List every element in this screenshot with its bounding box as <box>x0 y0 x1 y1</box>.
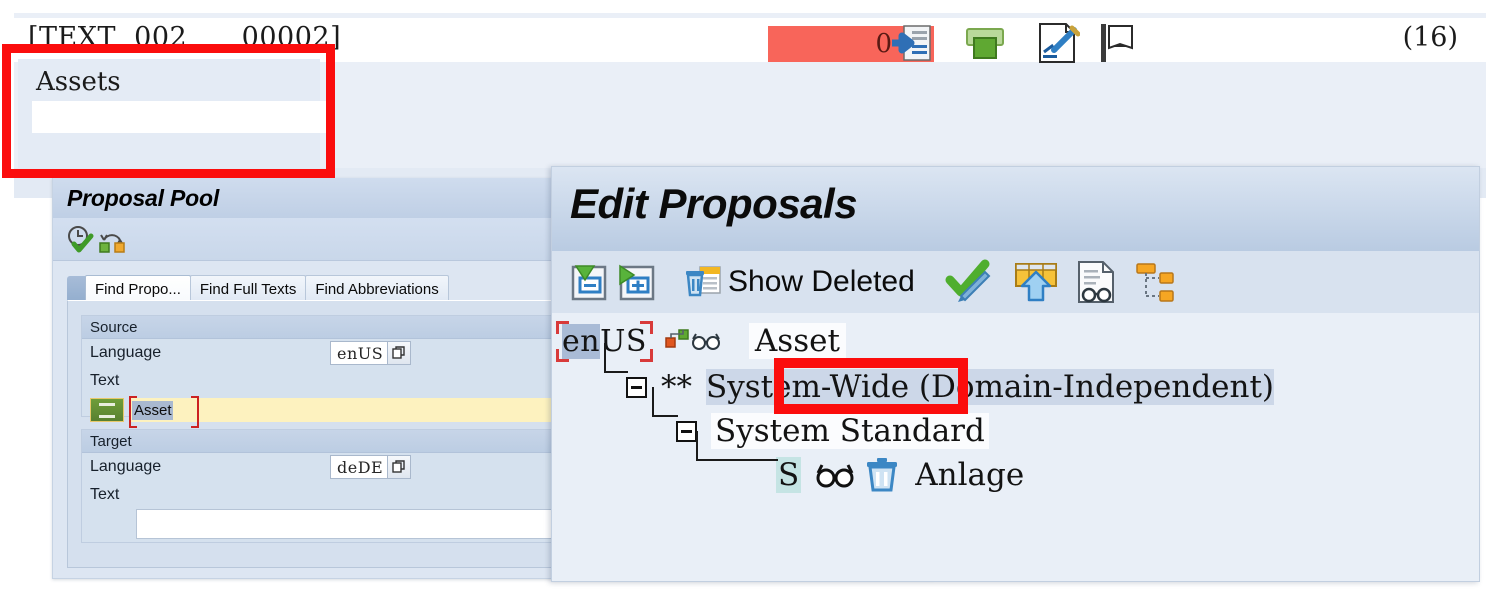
bracket-corner-icon <box>639 320 653 334</box>
proposals-tree: enUS Asset ** System-Wide (Domain-Indepe… <box>552 313 1479 581</box>
tree-row-system-wide[interactable]: ** System-Wide (Domain-Independent) <box>578 343 1275 405</box>
bracket-corner-icon <box>556 348 569 362</box>
tab-find-full-texts-label: Find Full Texts <box>199 280 297 298</box>
glasses-icon[interactable] <box>691 330 721 352</box>
target-language-picker-icon[interactable] <box>387 456 411 478</box>
tab-find-proposals-label: Find Propo... <box>95 280 181 298</box>
tree-row-anlage[interactable]: S Anlage <box>672 431 1025 493</box>
document-read-icon[interactable] <box>1071 258 1121 306</box>
tab-find-full-texts[interactable]: Find Full Texts <box>189 275 307 302</box>
edit-proposals-titlebar: Edit Proposals <box>552 167 1479 252</box>
tab-find-proposals[interactable]: Find Propo... <box>85 275 191 302</box>
tree-node-label: Anlage <box>915 457 1025 493</box>
edit-proposals-title: Edit Proposals <box>570 180 858 227</box>
document-code-label: [TEXT 002 00002] <box>28 22 342 53</box>
swap-languages-icon[interactable] <box>97 224 127 254</box>
source-group-label: Source <box>90 318 138 336</box>
approve-edit-icon[interactable] <box>945 258 995 306</box>
trash-list-icon[interactable] <box>680 259 726 305</box>
glasses-icon[interactable] <box>815 461 855 489</box>
assets-label: Assets <box>36 67 121 97</box>
assets-input[interactable] <box>32 101 328 133</box>
target-language-field[interactable]: deDE <box>330 455 412 479</box>
tree-node-label: System-Wide (Domain-Independent) <box>706 369 1275 405</box>
context-link-icon[interactable] <box>665 328 691 354</box>
selection-bracket-right-icon <box>191 396 199 428</box>
target-group-label: Target <box>90 432 132 450</box>
target-language-label: Language <box>90 458 162 475</box>
tree-connector <box>652 387 678 417</box>
screenshot-stage: [TEXT 002 00002] 0 (16) Assets Proposal … <box>0 0 1500 594</box>
bracket-corner-icon <box>639 348 653 362</box>
tabstrip-lead <box>67 276 85 302</box>
enter-icon[interactable] <box>890 24 932 62</box>
assets-card: Assets <box>18 59 328 168</box>
tree-node-status-flag: S <box>776 457 802 493</box>
tab-find-abbreviations-label: Find Abbreviations <box>315 280 439 298</box>
source-text-value: Asset <box>132 400 173 420</box>
source-language-label: Language <box>90 344 162 361</box>
collapse-all-icon[interactable] <box>564 258 612 306</box>
tree-root-term: Asset <box>748 323 846 359</box>
equals-icon <box>99 402 115 418</box>
tree-connector <box>696 431 778 461</box>
tree-row-root[interactable]: enUS Asset <box>556 320 846 362</box>
show-deleted-label[interactable]: Show Deleted <box>728 265 915 299</box>
print-icon[interactable] <box>962 24 1008 62</box>
source-language-field[interactable]: enUS <box>330 341 412 365</box>
source-language-value: enUS <box>337 343 384 363</box>
target-text-label: Text <box>90 486 120 503</box>
tab-find-abbreviations[interactable]: Find Abbreviations <box>305 275 449 302</box>
check-clock-icon[interactable] <box>65 224 95 254</box>
source-text-label: Text <box>90 372 120 389</box>
tree-expander-icon[interactable] <box>626 376 647 398</box>
upload-table-icon[interactable] <box>1011 258 1061 306</box>
flag-icon[interactable] <box>1098 22 1138 64</box>
source-language-picker-icon[interactable] <box>387 342 411 364</box>
target-language-value: deDE <box>337 457 384 477</box>
record-count-label: (16) <box>1402 22 1458 53</box>
selection-bracket-left-icon <box>129 396 137 428</box>
signature-icon[interactable] <box>1036 22 1080 64</box>
edit-proposals-window: Edit Proposals Show Deleted enUS Asset *… <box>551 166 1480 582</box>
edit-proposals-toolbar: Show Deleted <box>552 251 1479 314</box>
tree-connector <box>604 343 628 373</box>
tree-row-system-standard[interactable]: System Standard <box>628 387 989 449</box>
bracket-corner-icon <box>556 320 569 334</box>
hierarchy-icon[interactable] <box>1131 258 1179 306</box>
tree-expander-icon[interactable] <box>676 420 697 442</box>
proposal-pool-title: Proposal Pool <box>67 185 220 211</box>
trash-icon[interactable] <box>863 458 901 492</box>
expand-all-icon[interactable] <box>612 258 660 306</box>
source-operator-button[interactable] <box>90 398 124 422</box>
